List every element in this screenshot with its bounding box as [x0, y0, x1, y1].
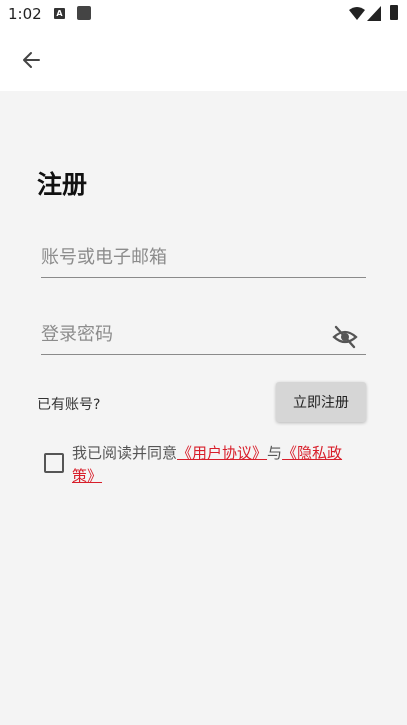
wifi-icon — [349, 7, 365, 20]
a-notification-icon: A — [54, 8, 65, 19]
agree-prefix: 我已阅读并同意 — [72, 444, 178, 462]
have-account-link[interactable]: 已有账号? — [37, 394, 100, 414]
account-input[interactable] — [41, 241, 326, 273]
agree-and: 与 — [267, 444, 283, 462]
battery-icon — [390, 5, 398, 20]
status-time: 1:02 — [8, 5, 42, 23]
account-field — [41, 241, 366, 278]
back-button[interactable] — [14, 43, 48, 77]
register-form: 注册 已有账号? 立即注册 我已阅读并同意《用户协议》与《隐私政策》 — [0, 91, 407, 725]
register-button[interactable]: 立即注册 — [276, 382, 366, 422]
agreement-checkbox[interactable] — [44, 453, 64, 473]
app-bar — [0, 28, 407, 91]
password-input[interactable] — [41, 318, 326, 350]
app-notification-icon — [77, 6, 91, 20]
eye-off-icon[interactable] — [332, 324, 358, 350]
user-agreement-link[interactable]: 《用户协议》 — [177, 444, 267, 462]
password-field — [41, 318, 366, 355]
arrow-left-icon — [23, 52, 40, 68]
status-bar: 1:02 A — [0, 0, 407, 28]
page-title: 注册 — [37, 170, 88, 199]
signal-icon — [367, 6, 381, 21]
agreement-text: 我已阅读并同意《用户协议》与《隐私政策》 — [72, 442, 364, 488]
